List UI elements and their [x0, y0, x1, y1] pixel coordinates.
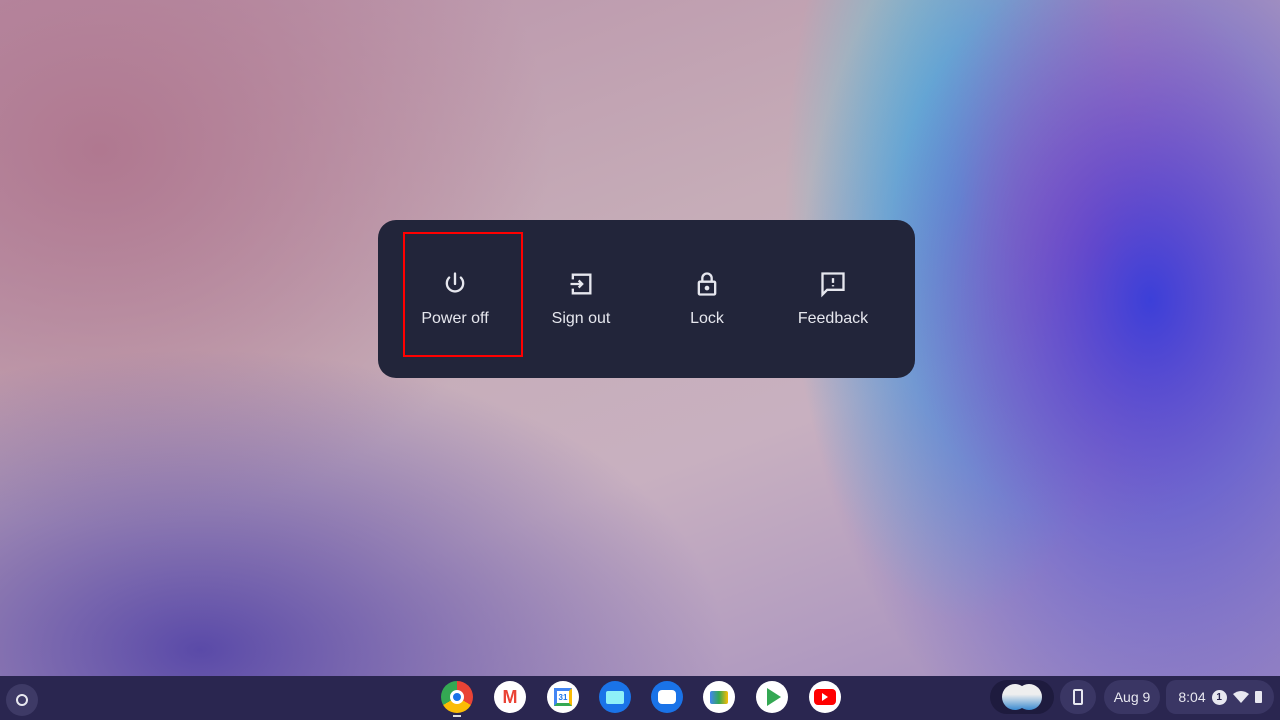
phone-icon — [1073, 689, 1083, 705]
gmail-app-icon[interactable]: M — [494, 681, 526, 713]
sign-out-icon — [570, 273, 592, 295]
notification-badge: 1 — [1211, 689, 1227, 705]
status-tray[interactable]: 8:04 1 — [1166, 680, 1274, 714]
launcher-button[interactable] — [6, 684, 38, 716]
calendar-app-icon[interactable]: 31 — [547, 681, 579, 713]
running-indicator — [453, 715, 461, 717]
date-text: Aug 9 — [1113, 689, 1151, 705]
feedback-icon — [821, 272, 845, 298]
play-store-app-icon[interactable] — [756, 681, 788, 713]
files-app-icon[interactable] — [599, 681, 631, 713]
power-off-button[interactable]: Power off — [392, 220, 518, 378]
feedback-button[interactable]: Feedback — [770, 220, 896, 378]
lock-icon — [697, 272, 717, 296]
feedback-label: Feedback — [797, 310, 869, 327]
launcher-icon — [16, 694, 28, 706]
wifi-icon — [1232, 691, 1249, 703]
sign-out-button[interactable]: Sign out — [518, 220, 644, 378]
lock-button[interactable]: Lock — [644, 220, 770, 378]
power-menu: Power off Sign out Lock Feedback — [378, 220, 915, 378]
youtube-app-icon[interactable] — [809, 681, 841, 713]
sign-out-label: Sign out — [551, 310, 611, 327]
holding-space-button[interactable] — [990, 680, 1054, 714]
battery-icon — [1254, 691, 1262, 703]
meet-app-icon[interactable] — [703, 681, 735, 713]
power-icon — [445, 272, 465, 293]
time-text: 8:04 — [1178, 689, 1206, 705]
thumbnail-icon — [1016, 684, 1042, 710]
date-button[interactable]: Aug 9 — [1104, 680, 1160, 714]
messages-app-icon[interactable] — [651, 681, 683, 713]
power-off-label: Power off — [421, 310, 489, 327]
chrome-app-icon[interactable] — [441, 681, 473, 713]
calendar-day: 31 — [554, 688, 572, 706]
lock-label: Lock — [690, 310, 724, 327]
phone-hub-button[interactable] — [1060, 680, 1096, 714]
